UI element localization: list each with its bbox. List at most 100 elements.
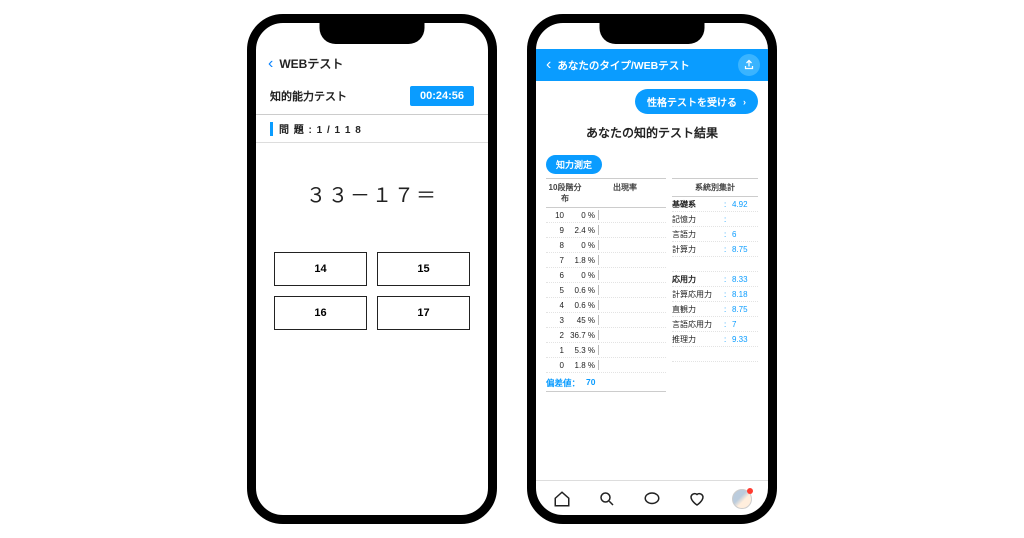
back-icon[interactable]: ‹ (546, 57, 551, 73)
tab-favorite[interactable] (687, 489, 707, 509)
section-badge: 知力測定 (546, 155, 602, 174)
dist-pct: 1.8 % (568, 361, 598, 370)
dist-bar-wrap (598, 345, 666, 355)
dist-pct: 0 % (568, 211, 598, 220)
dist-level: 8 (546, 241, 568, 250)
personality-test-button[interactable]: 性格テストを受ける › (635, 89, 758, 114)
result-title: あなたの知的テスト結果 (546, 124, 758, 141)
stat-key: 直観力 (672, 304, 724, 315)
distribution-row: 01.8 % (546, 358, 666, 373)
answer-option[interactable]: 16 (274, 296, 367, 330)
phone-results: ‹ あなたのタイプ/WEBテスト 性格テストを受ける › あなたの知的テスト結果… (527, 14, 777, 524)
stat-key: 記憶力 (672, 214, 724, 225)
col-header-stat: 系統別集計 (672, 179, 758, 196)
stat-val: 6 (732, 230, 758, 239)
answer-grid: 14 15 16 17 (256, 252, 488, 330)
dist-level: 6 (546, 271, 568, 280)
stat-row (672, 347, 758, 362)
back-icon[interactable]: ‹ (268, 56, 273, 72)
deviation-label: 偏差値： (546, 377, 580, 389)
answer-option[interactable]: 15 (377, 252, 470, 286)
distribution-row: 71.8 % (546, 253, 666, 268)
notch (320, 22, 425, 44)
stat-sep: : (724, 320, 732, 329)
notch (600, 22, 705, 44)
stat-key: 計算力 (672, 244, 724, 255)
tab-search[interactable] (597, 489, 617, 509)
timer-badge: 00:24:56 (410, 86, 474, 106)
dist-level: 1 (546, 346, 568, 355)
dist-bar-wrap (598, 315, 666, 325)
stat-val: 7 (732, 320, 758, 329)
dist-bar-wrap (598, 300, 666, 310)
stat-sep: : (724, 245, 732, 254)
answer-option[interactable]: 17 (377, 296, 470, 330)
stat-row: 記憶力: (672, 212, 758, 227)
col-header-rate: 出現率 (584, 179, 666, 207)
deviation-value: 70 (586, 377, 595, 389)
stat-sep: : (724, 215, 732, 224)
title-bar: 知的能力テスト 00:24:56 (256, 80, 488, 110)
distribution-table: 10段階分布 出現率 100 %92.4 %80 %71.8 %60 %50.6… (546, 178, 666, 392)
dist-bar-wrap (598, 330, 666, 340)
stat-key: 基礎系 (672, 199, 724, 210)
stat-row: 直観力:8.75 (672, 302, 758, 317)
dist-bar-wrap (598, 210, 666, 220)
header: ‹ あなたのタイプ/WEBテスト (536, 49, 768, 81)
stat-key: 言語力 (672, 229, 724, 240)
dist-level: 10 (546, 211, 568, 220)
distribution-row: 50.6 % (546, 283, 666, 298)
stat-sep: : (724, 275, 732, 284)
stat-val: 8.75 (732, 305, 758, 314)
deviation-row: 偏差値： 70 (546, 373, 666, 392)
tab-home[interactable] (552, 489, 572, 509)
stat-row: 計算力:8.75 (672, 242, 758, 257)
col-header-dist: 10段階分布 (546, 179, 584, 207)
dist-pct: 36.7 % (568, 331, 598, 340)
dist-bar-wrap (598, 270, 666, 280)
header-title: WEBテスト (279, 55, 343, 72)
stat-val: 8.18 (732, 290, 758, 299)
stat-row (672, 257, 758, 272)
personality-test-label: 性格テストを受ける (647, 94, 737, 109)
distribution-row: 236.7 % (546, 328, 666, 343)
distribution-row: 345 % (546, 313, 666, 328)
stat-sep: : (724, 335, 732, 344)
stat-row: 言語力:6 (672, 227, 758, 242)
stat-row: 計算応用力:8.18 (672, 287, 758, 302)
dist-level: 5 (546, 286, 568, 295)
dist-bar-wrap (598, 255, 666, 265)
distribution-row: 100 % (546, 208, 666, 223)
dist-pct: 2.4 % (568, 226, 598, 235)
stat-sep: : (724, 305, 732, 314)
chevron-right-icon: › (743, 97, 746, 107)
share-button[interactable] (738, 54, 760, 76)
distribution-row: 80 % (546, 238, 666, 253)
dist-bar-wrap (598, 360, 666, 370)
answer-option[interactable]: 14 (274, 252, 367, 286)
progress-row: 問 題 : 1 / 1 1 8 (256, 115, 488, 143)
question-text: ３３－１７＝ (256, 143, 488, 252)
chat-icon (643, 490, 661, 508)
dist-pct: 0 % (568, 241, 598, 250)
dist-bar-wrap (598, 225, 666, 235)
tab-profile[interactable] (732, 489, 752, 509)
heart-icon (688, 490, 706, 508)
stat-sep: : (724, 290, 732, 299)
distribution-row: 60 % (546, 268, 666, 283)
dist-bar-wrap (598, 285, 666, 295)
dist-pct: 5.3 % (568, 346, 598, 355)
dist-level: 0 (546, 361, 568, 370)
stat-val: 8.33 (732, 275, 758, 284)
stat-sep: : (724, 200, 732, 209)
stat-row: 応用力:8.33 (672, 272, 758, 287)
progress-marker (270, 122, 273, 136)
tab-chat[interactable] (642, 489, 662, 509)
stat-row: 言語応用力:7 (672, 317, 758, 332)
dist-pct: 0.6 % (568, 301, 598, 310)
stat-key: 推理力 (672, 334, 724, 345)
dist-level: 9 (546, 226, 568, 235)
stat-sep: : (724, 230, 732, 239)
distribution-row: 40.6 % (546, 298, 666, 313)
stat-key: 計算応用力 (672, 289, 724, 300)
